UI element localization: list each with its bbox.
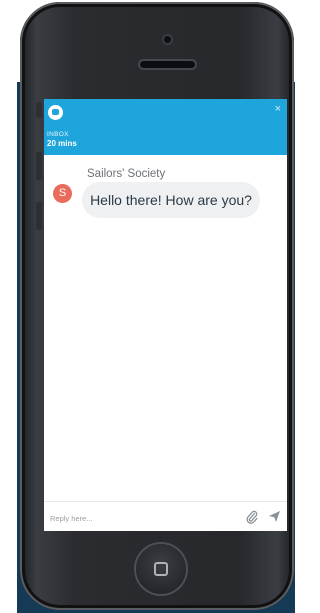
volume-down-button xyxy=(36,202,42,230)
attachment-icon[interactable] xyxy=(246,510,258,524)
chat-header: × INBOX 20 mins xyxy=(44,99,287,155)
speaker-grille xyxy=(140,61,195,68)
message-bubble: Hello there! How are you? xyxy=(82,182,260,218)
chat-logo-icon xyxy=(48,105,63,120)
volume-up-button xyxy=(36,152,42,180)
composer xyxy=(44,501,287,531)
inbox-label[interactable]: INBOX xyxy=(47,131,69,138)
conversation-area: Sailors' Society S Hello there! How are … xyxy=(50,155,281,500)
home-square-icon xyxy=(154,562,168,576)
avatar: S xyxy=(53,184,72,203)
reply-input[interactable] xyxy=(48,509,232,527)
mute-switch xyxy=(36,102,42,118)
sender-name: Sailors' Society xyxy=(87,168,166,180)
send-icon[interactable] xyxy=(268,510,281,523)
close-button[interactable]: × xyxy=(275,103,281,115)
camera-icon xyxy=(164,36,171,43)
phone-screen: × INBOX 20 mins Sailors' Society S Hello… xyxy=(44,99,287,531)
time-ago: 20 mins xyxy=(47,139,77,148)
